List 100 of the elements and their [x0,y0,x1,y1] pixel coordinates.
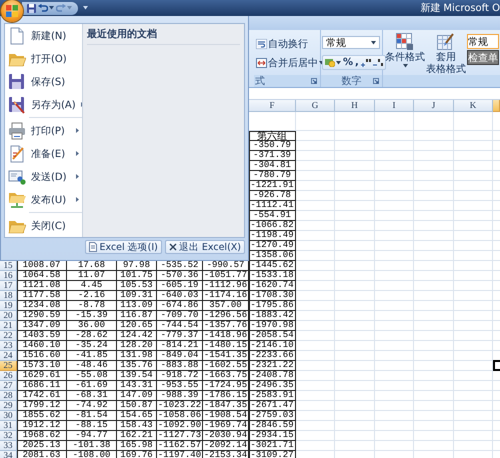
options-button[interactable]: Excel 选项(I) [85,240,162,254]
floppy-pencil-icon [8,96,26,114]
table-cell: -3109.27 [249,451,296,458]
table-cell: -605.19 [157,281,203,291]
row-header[interactable]: 30 [0,411,17,421]
cell-style-swatch[interactable]: 常规 [467,34,499,49]
table-cell: 1403.59 [17,331,67,341]
caret-icon [336,60,341,64]
folder-network-icon [8,190,26,208]
row-header[interactable]: 21 [0,321,17,331]
menu-item[interactable]: 发送(D) [5,165,82,188]
table-cell: 2081.63 [17,451,67,458]
submenu-arrow-icon [76,128,79,133]
row-header[interactable]: 31 [0,421,17,431]
table-cell: -1541.35 [203,351,249,361]
table-cell: -640.03 [157,291,203,301]
close-icon [168,243,177,251]
save-icon[interactable] [27,4,36,12]
column-header[interactable]: G [296,100,335,112]
column-header[interactable]: H [335,100,375,112]
table-cell: -674.86 [157,301,203,311]
table-cell: 2025.13 [17,441,67,451]
row-header[interactable]: 26 [0,371,17,381]
table-cell: -1162.57 [157,441,203,451]
table-cell: 135.76 [117,361,157,371]
menu-item[interactable]: 准备(E) [5,142,82,165]
table-cell: 1177.58 [17,291,67,301]
menu-item[interactable]: 新建(N) [5,24,82,47]
increase-decimal-button[interactable] [360,58,371,67]
column-header[interactable]: J [414,100,454,112]
row-header[interactable]: 19 [0,301,17,311]
office-button[interactable] [1,0,23,22]
row-header[interactable]: 33 [0,441,17,451]
dialog-launcher-icon[interactable] [373,78,379,84]
table-cell: -94.77 [67,431,117,441]
printer-icon [8,122,26,140]
column-header[interactable]: I [375,100,414,112]
menu-item[interactable]: 打开(O) [5,47,82,70]
table-cell: -1418.96 [203,331,249,341]
table-cell: 128.20 [117,341,157,351]
row-header[interactable]: 28 [0,391,17,401]
row-header[interactable]: 18 [0,291,17,301]
table-cell: -918.72 [157,371,203,381]
row-header[interactable]: 15 [0,261,17,271]
row-header[interactable]: 24 [0,351,17,361]
table-cell: -2321.22 [249,361,296,371]
dialog-launcher-icon[interactable] [311,78,317,84]
table-cell: -2030.94 [203,431,249,441]
conditional-format-button[interactable]: 条件格式 [385,33,425,75]
row-header[interactable]: 22 [0,331,17,341]
table-cell: -3021.71 [249,441,296,451]
currency-button[interactable] [325,58,341,67]
exit-button[interactable]: 退出 Excel(X) [164,240,245,254]
table-cell: -1663.75 [203,371,249,381]
table-cell: -2153.34 [203,451,249,458]
table-cell: 158.43 [117,421,157,431]
table-cell: -8.78 [67,301,117,311]
table-cell: -15.39 [67,311,117,321]
row-header[interactable]: 20 [0,311,17,321]
table-cell: 165.98 [117,441,157,451]
row-header[interactable]: 29 [0,401,17,411]
row-header[interactable]: 32 [0,431,17,441]
row-header[interactable]: 25 [0,361,17,371]
row-header[interactable]: 16 [0,271,17,281]
undo-icon[interactable] [38,4,48,12]
number-format-button[interactable]: , [355,57,359,68]
table-cell: 1347.09 [17,321,67,331]
table-cell: 113.09 [117,301,157,311]
column-header[interactable]: F [249,100,296,112]
cell-style-swatch[interactable]: 检查单 [467,50,499,65]
table-cell: -88.15 [67,421,117,431]
wrap-text-icon [256,39,267,49]
submenu-arrow-icon [76,151,79,156]
table-brush-icon [437,33,455,51]
number-format-button[interactable]: % [343,57,354,68]
table-cell: -55.08 [67,371,117,381]
decrease-decimal-button[interactable] [372,58,383,67]
number-format-dropdown[interactable]: 常规 [322,36,380,49]
table-cell: -1969.74 [203,421,249,431]
row-header[interactable]: 27 [0,381,17,391]
table-cell: -101.38 [67,441,117,451]
window-title: 新建 Microsoft O [420,2,500,15]
menu-item[interactable]: 保存(S) [5,70,82,93]
table-cell: -1620.74 [249,281,296,291]
document-icon [89,242,98,252]
table-cell: 36.00 [67,321,117,331]
table-cell: -2.16 [67,291,117,301]
table-cell: -1970.98 [249,321,296,331]
table-cell: -1724.95 [203,381,249,391]
table-cell: 1573.10 [17,361,67,371]
row-header[interactable]: 34 [0,451,17,458]
row-header[interactable]: 17 [0,281,17,291]
table-cell: -1127.73 [157,431,203,441]
table-cell: -1197.40 [157,451,203,458]
menu-item[interactable]: 发布(U) [5,188,82,211]
caret-icon [83,6,88,10]
row-header[interactable]: 23 [0,341,17,351]
column-header[interactable]: K [454,100,493,112]
table-cell: -35.24 [67,341,117,351]
table-cell: -709.70 [157,311,203,321]
